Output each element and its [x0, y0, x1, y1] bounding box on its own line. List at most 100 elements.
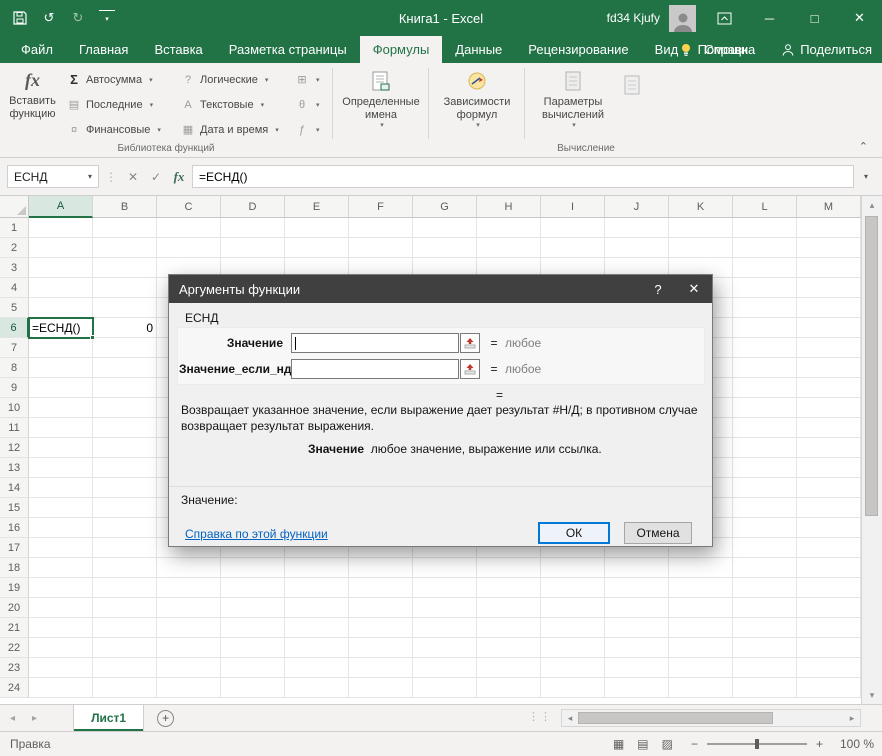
- cell-J22[interactable]: [605, 638, 669, 658]
- cell-M12[interactable]: [797, 438, 861, 458]
- cell-M8[interactable]: [797, 358, 861, 378]
- cell-D24[interactable]: [221, 678, 285, 698]
- cell-C23[interactable]: [157, 658, 221, 678]
- row-header-21[interactable]: 21: [0, 618, 29, 638]
- cell-J1[interactable]: [605, 218, 669, 238]
- cancel-button[interactable]: Отмена: [624, 522, 692, 544]
- cell-L6[interactable]: [733, 318, 797, 338]
- cell-M1[interactable]: [797, 218, 861, 238]
- row-header-23[interactable]: 23: [0, 658, 29, 678]
- cell-A21[interactable]: [29, 618, 93, 638]
- row-header-16[interactable]: 16: [0, 518, 29, 538]
- row-header-19[interactable]: 19: [0, 578, 29, 598]
- column-header-J[interactable]: J: [605, 196, 669, 218]
- ribbon-display-options-icon[interactable]: [702, 0, 747, 36]
- cell-L7[interactable]: [733, 338, 797, 358]
- ribbon-tab-5[interactable]: Данные: [442, 36, 515, 63]
- cell-A3[interactable]: [29, 258, 93, 278]
- cell-B11[interactable]: [93, 418, 157, 438]
- cell-H2[interactable]: [477, 238, 541, 258]
- calculation-options-button[interactable]: Параметры вычислений ▾: [527, 67, 619, 143]
- cell-F1[interactable]: [349, 218, 413, 238]
- cell-J2[interactable]: [605, 238, 669, 258]
- cell-A18[interactable]: [29, 558, 93, 578]
- cell-I20[interactable]: [541, 598, 605, 618]
- cell-F2[interactable]: [349, 238, 413, 258]
- cell-F22[interactable]: [349, 638, 413, 658]
- column-header-M[interactable]: M: [797, 196, 861, 218]
- cell-I1[interactable]: [541, 218, 605, 238]
- cell-B18[interactable]: [93, 558, 157, 578]
- cell-H21[interactable]: [477, 618, 541, 638]
- cell-F19[interactable]: [349, 578, 413, 598]
- cell-B12[interactable]: [93, 438, 157, 458]
- argument-input-1[interactable]: [291, 359, 459, 379]
- scroll-left-icon[interactable]: ◂: [562, 713, 578, 724]
- column-header-B[interactable]: B: [93, 196, 157, 218]
- recent-functions-button[interactable]: ▤Последние▾: [64, 94, 164, 115]
- cell-M16[interactable]: [797, 518, 861, 538]
- cell-G21[interactable]: [413, 618, 477, 638]
- account-area[interactable]: fd34 Kjufy: [607, 0, 696, 36]
- cell-D20[interactable]: [221, 598, 285, 618]
- defined-names-button[interactable]: Определенные имена ▾: [336, 67, 426, 143]
- cell-B23[interactable]: [93, 658, 157, 678]
- cell-E1[interactable]: [285, 218, 349, 238]
- cell-M2[interactable]: [797, 238, 861, 258]
- cell-M10[interactable]: [797, 398, 861, 418]
- ribbon-tab-2[interactable]: Вставка: [141, 36, 215, 63]
- insert-function-icon[interactable]: fx: [169, 165, 189, 188]
- cell-D19[interactable]: [221, 578, 285, 598]
- add-sheet-button[interactable]: +: [157, 710, 174, 727]
- math-trig-button[interactable]: θ▾: [292, 94, 323, 115]
- cell-L20[interactable]: [733, 598, 797, 618]
- cell-L21[interactable]: [733, 618, 797, 638]
- select-all-corner[interactable]: [0, 196, 29, 218]
- vertical-scroll-thumb[interactable]: [865, 216, 878, 516]
- cell-A1[interactable]: [29, 218, 93, 238]
- fill-handle[interactable]: [90, 335, 95, 340]
- cell-J23[interactable]: [605, 658, 669, 678]
- cell-C22[interactable]: [157, 638, 221, 658]
- zoom-value[interactable]: 100 %: [832, 737, 874, 751]
- cell-A17[interactable]: [29, 538, 93, 558]
- save-icon[interactable]: [12, 10, 28, 26]
- cell-E18[interactable]: [285, 558, 349, 578]
- cell-E21[interactable]: [285, 618, 349, 638]
- cell-L19[interactable]: [733, 578, 797, 598]
- row-header-10[interactable]: 10: [0, 398, 29, 418]
- cell-L2[interactable]: [733, 238, 797, 258]
- cell-I18[interactable]: [541, 558, 605, 578]
- text-functions-button[interactable]: АТекстовые▾: [178, 94, 282, 115]
- cell-J20[interactable]: [605, 598, 669, 618]
- row-header-8[interactable]: 8: [0, 358, 29, 378]
- cell-L12[interactable]: [733, 438, 797, 458]
- cell-A13[interactable]: [29, 458, 93, 478]
- more-functions-button[interactable]: ƒ▾: [292, 119, 323, 140]
- collapse-dialog-button-0[interactable]: [460, 333, 480, 353]
- row-header-15[interactable]: 15: [0, 498, 29, 518]
- cell-D2[interactable]: [221, 238, 285, 258]
- cell-B9[interactable]: [93, 378, 157, 398]
- row-header-3[interactable]: 3: [0, 258, 29, 278]
- sheet-tab-0[interactable]: Лист1: [73, 705, 144, 731]
- share-button[interactable]: Поделиться: [782, 42, 872, 57]
- cell-B14[interactable]: [93, 478, 157, 498]
- zoom-slider[interactable]: [707, 743, 807, 745]
- cell-A6[interactable]: =ЕСНД(): [29, 318, 93, 338]
- cell-B7[interactable]: [93, 338, 157, 358]
- redo-icon[interactable]: ↻: [70, 10, 86, 26]
- scroll-up-icon[interactable]: ▴: [862, 196, 882, 214]
- cell-I2[interactable]: [541, 238, 605, 258]
- customize-qat-icon[interactable]: ▾: [99, 10, 115, 26]
- cell-A2[interactable]: [29, 238, 93, 258]
- dialog-close-icon[interactable]: ✕: [676, 275, 712, 303]
- cell-C24[interactable]: [157, 678, 221, 698]
- cell-C18[interactable]: [157, 558, 221, 578]
- ribbon-tab-6[interactable]: Рецензирование: [515, 36, 641, 63]
- dialog-help-icon[interactable]: ?: [640, 275, 676, 303]
- cell-E20[interactable]: [285, 598, 349, 618]
- datetime-functions-button[interactable]: ▦Дата и время▾: [178, 119, 282, 140]
- cell-M15[interactable]: [797, 498, 861, 518]
- cell-L24[interactable]: [733, 678, 797, 698]
